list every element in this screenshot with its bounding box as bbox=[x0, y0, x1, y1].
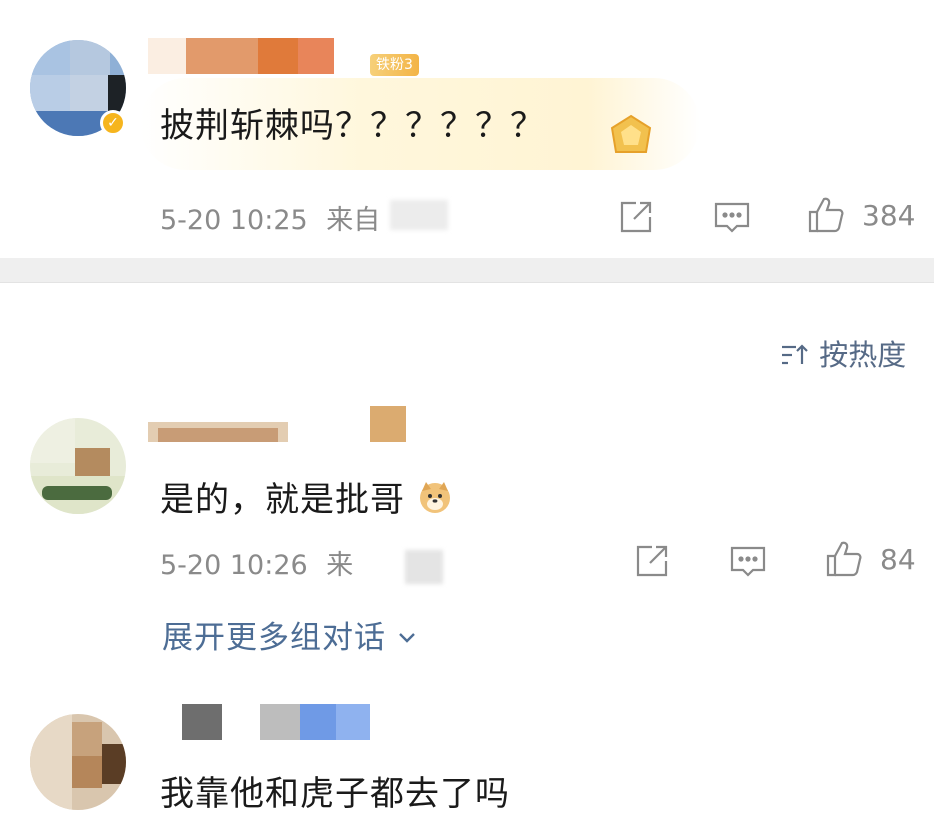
sort-button[interactable]: 按热度 bbox=[780, 332, 906, 374]
divider-line bbox=[0, 282, 934, 283]
sort-label: 按热度 bbox=[819, 338, 907, 372]
username-blurred[interactable] bbox=[148, 38, 338, 74]
avatar[interactable] bbox=[30, 714, 126, 810]
comment-text: 我靠他和虎子都去了吗 bbox=[160, 774, 510, 814]
like-count: 384 bbox=[862, 199, 916, 232]
expand-replies-link[interactable]: 展开更多组对话 bbox=[162, 612, 417, 657]
fan-badge: 铁粉3 bbox=[370, 54, 419, 76]
thumbs-up-icon[interactable] bbox=[824, 539, 864, 579]
comment-time: 5-20 10:26 来 bbox=[160, 550, 354, 581]
username-blurred[interactable] bbox=[148, 406, 413, 442]
like-count: 84 bbox=[880, 543, 916, 576]
comment-time: 5-20 10:25 来自 bbox=[160, 205, 381, 236]
avatar[interactable] bbox=[30, 418, 126, 514]
comment-icon[interactable] bbox=[712, 197, 752, 237]
doge-emoji bbox=[419, 482, 450, 513]
section-divider bbox=[0, 258, 934, 282]
comment-text: 披荆斩棘吗？？？？？？ bbox=[160, 106, 545, 146]
location-blurred bbox=[390, 200, 448, 230]
thumbs-up-icon[interactable] bbox=[806, 195, 846, 235]
verified-badge-icon: ✓ bbox=[100, 110, 126, 136]
chevron-down-icon bbox=[399, 633, 415, 643]
username-blurred[interactable] bbox=[182, 704, 372, 740]
medal-icon bbox=[610, 114, 652, 153]
comment-icon[interactable] bbox=[728, 541, 768, 581]
share-icon[interactable] bbox=[632, 541, 672, 581]
location-blurred bbox=[405, 550, 443, 584]
sort-icon bbox=[782, 344, 808, 365]
comment-text: 是的，就是批哥 bbox=[160, 472, 453, 521]
share-icon[interactable] bbox=[616, 197, 656, 237]
